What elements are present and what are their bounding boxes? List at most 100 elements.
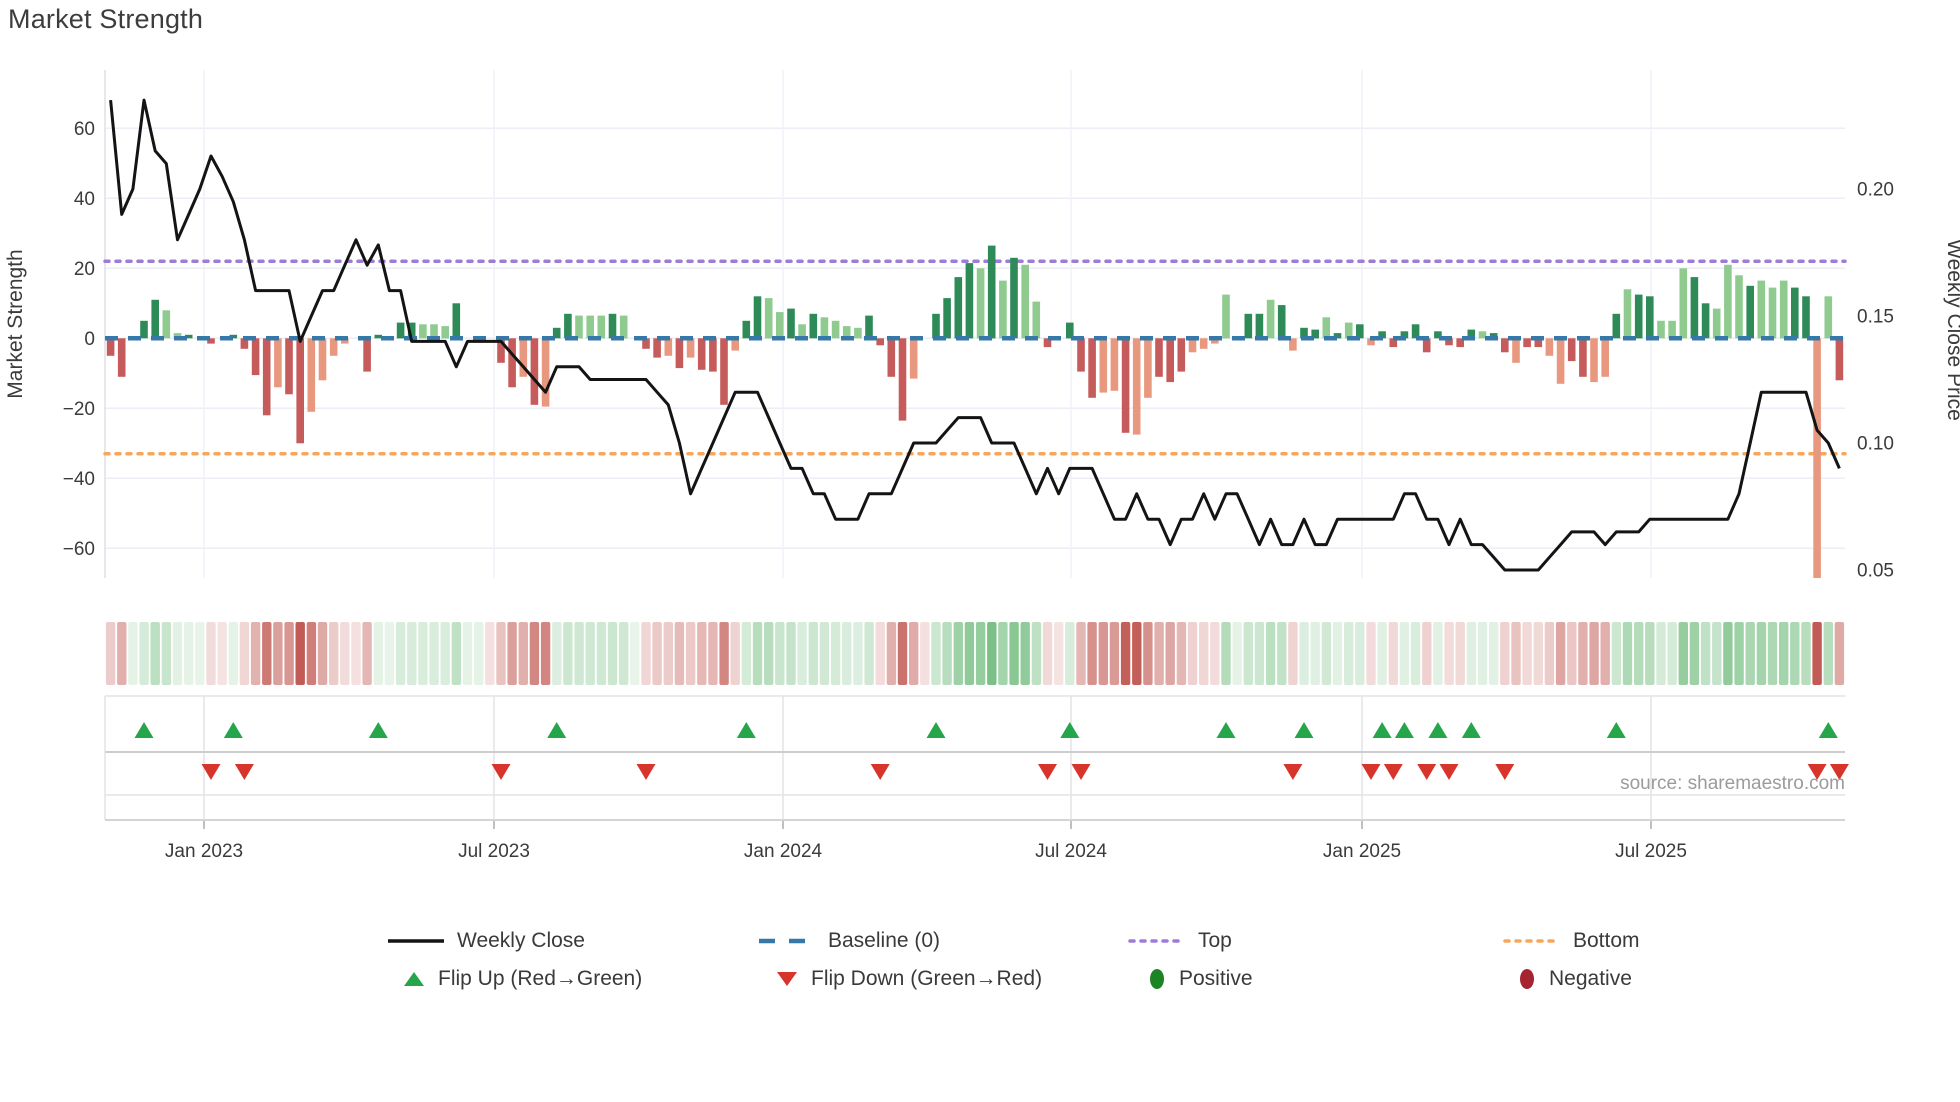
heat-cell <box>1634 622 1644 685</box>
strength-bar <box>675 338 684 369</box>
flip-up-marker <box>1060 722 1080 738</box>
dotted-line-swatch-icon <box>1503 939 1561 943</box>
heat-cell <box>418 622 428 685</box>
subplot-frame-lines <box>104 695 1845 821</box>
left-tick-label: 60 <box>74 119 95 140</box>
flip-up-marker <box>1428 722 1448 738</box>
heat-cell <box>1399 622 1410 685</box>
strength-bar <box>162 310 171 339</box>
strength-bar <box>1144 338 1152 398</box>
dotted-line-swatch-icon <box>1128 939 1186 943</box>
strength-bar <box>876 338 884 346</box>
heat-cell <box>953 622 963 685</box>
legend-item-bottom[interactable]: Bottom <box>1503 928 1640 954</box>
strength-bar <box>1768 287 1777 339</box>
heat-cell <box>842 622 852 685</box>
heat-cell <box>1834 622 1845 685</box>
strength-bar <box>1244 313 1253 339</box>
heat-cell <box>1656 622 1666 685</box>
strength-bar <box>1344 322 1353 339</box>
legend-item-positive[interactable]: Positive <box>1147 966 1253 992</box>
heat-cell <box>1645 622 1655 685</box>
heat-cell <box>184 622 194 685</box>
heat-cell <box>942 622 952 685</box>
left-tick-label: 40 <box>74 189 95 210</box>
heat-cell <box>440 622 450 685</box>
strength-bar <box>664 338 673 356</box>
heat-cell <box>228 622 238 685</box>
strength-bar <box>1132 338 1141 435</box>
strength-bar <box>697 338 706 370</box>
strength-bar <box>787 308 795 339</box>
strength-bar <box>943 298 951 339</box>
legend-label: Flip Up (Red→Green) <box>438 967 643 990</box>
heat-cell <box>1321 622 1332 685</box>
strength-bar <box>709 338 717 372</box>
heat-cell <box>362 622 372 685</box>
heat-cell <box>1388 622 1398 685</box>
strength-bar <box>1099 338 1108 393</box>
left-tick-label: 0 <box>84 329 95 350</box>
strength-bar <box>318 338 327 381</box>
heat-cell <box>1444 622 1454 685</box>
flip-up-marker <box>134 722 154 738</box>
legend-item-flip-down[interactable]: Flip Down (Green→Red) <box>775 966 1042 992</box>
strength-bar <box>987 245 996 339</box>
flip-up-marker <box>1606 722 1626 738</box>
legend-item-baseline[interactable]: Baseline (0) <box>758 928 940 954</box>
market-strength-chart[interactable]: 60 40 20 0 −20 −40 −60 0.20 0.15 0.10 0.05 Jan 2023… <box>0 0 1960 890</box>
strength-bar <box>965 263 974 339</box>
heat-cell <box>150 622 160 685</box>
heat-cell <box>295 622 305 685</box>
heat-cell <box>786 622 796 685</box>
heat-cell <box>764 622 774 685</box>
strength-bar <box>508 338 516 388</box>
heat-cell <box>1232 622 1242 685</box>
heat-cell <box>518 622 528 685</box>
heat-cell <box>1422 622 1432 685</box>
legend-item-negative[interactable]: Negative <box>1517 966 1632 992</box>
legend-item-weekly-close[interactable]: Weekly Close <box>387 928 585 954</box>
strength-bar <box>307 338 316 412</box>
strength-bar <box>887 338 896 377</box>
heat-cell <box>1801 622 1811 685</box>
heat-cell <box>775 622 785 685</box>
flip-up-marker <box>1461 722 1481 738</box>
x-tick-label: Jan 2024 <box>744 841 823 862</box>
heat-cell <box>172 622 183 685</box>
strength-bar <box>776 312 784 339</box>
strength-bar <box>1166 338 1174 383</box>
strength-bar <box>909 338 918 379</box>
heat-cell <box>741 622 752 685</box>
heat-cell <box>1756 622 1767 685</box>
strength-bar <box>619 315 628 339</box>
heat-cell <box>139 622 149 685</box>
strength-bar <box>1835 338 1844 381</box>
strength-bar <box>1155 338 1163 377</box>
flip-up-marker <box>368 722 388 738</box>
x-tick-label: Jan 2023 <box>165 841 243 862</box>
strength-bar <box>374 334 383 339</box>
strength-bar <box>541 338 550 407</box>
legend-item-top[interactable]: Top <box>1128 928 1232 954</box>
heat-cell <box>507 622 517 685</box>
strength-bar <box>1010 257 1018 339</box>
strength-bar <box>1021 264 1029 339</box>
heat-cell <box>1087 622 1097 685</box>
strength-bar <box>764 298 773 339</box>
heat-cell <box>1544 622 1555 685</box>
strength-bar <box>720 338 728 405</box>
strength-bar <box>140 320 148 339</box>
heat-cell <box>864 622 874 685</box>
flip-up-marker <box>736 722 756 738</box>
legend-item-flip-up[interactable]: Flip Up (Red→Green) <box>402 966 642 992</box>
strength-bar <box>976 268 985 339</box>
heat-cell <box>1265 622 1276 685</box>
flip-down-marker <box>1071 764 1091 780</box>
heat-cell <box>752 622 763 685</box>
heat-cell <box>897 622 908 685</box>
legend-label: Flip Down (Green→Red) <box>811 967 1043 990</box>
heat-cell <box>429 622 439 685</box>
heat-cell <box>1812 622 1822 685</box>
heat-cell <box>964 622 975 685</box>
